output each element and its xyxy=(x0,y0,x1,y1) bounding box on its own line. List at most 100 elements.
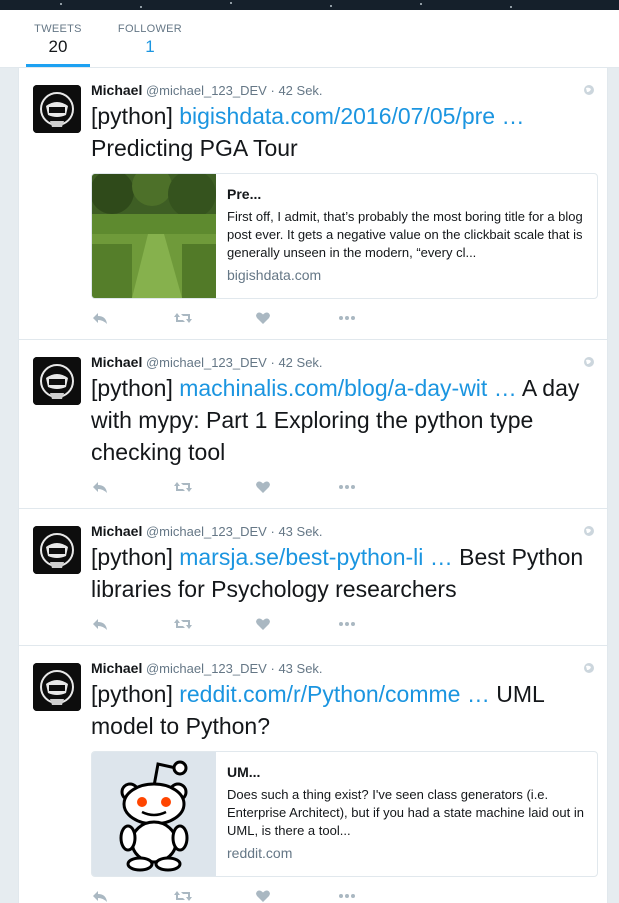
tweet-link[interactable]: marsja.se/best-python-li … xyxy=(179,544,453,570)
avatar[interactable] xyxy=(33,526,81,574)
user-name[interactable]: Michael xyxy=(91,523,142,539)
more-icon xyxy=(339,622,355,626)
reply-icon xyxy=(93,313,107,324)
globe-icon xyxy=(584,526,594,536)
reply-button[interactable] xyxy=(91,479,173,497)
avatar[interactable] xyxy=(33,663,81,711)
separator: · xyxy=(270,355,275,370)
tweet-header: Michael @michael_123_DEV · 42 Sek. xyxy=(91,353,589,372)
retweet-button[interactable] xyxy=(173,888,255,903)
card-description: First off, I admit, that’s probably the … xyxy=(227,209,583,260)
tweet-body: Predicting PGA Tour xyxy=(91,135,298,161)
timestamp[interactable]: 43 Sek. xyxy=(278,524,322,539)
tweet-actions xyxy=(91,615,589,635)
globe-icon xyxy=(584,85,594,95)
tweet[interactable]: Michael @michael_123_DEV · 43 Sek. [pyth… xyxy=(19,646,607,903)
globe-icon xyxy=(584,357,594,367)
like-button[interactable] xyxy=(255,616,337,634)
timestamp[interactable]: 42 Sek. xyxy=(278,83,322,98)
user-name[interactable]: Michael xyxy=(91,82,142,98)
tweet-tag: [python] xyxy=(91,375,173,401)
astronaut-helmet-icon xyxy=(33,357,81,405)
card-domain: bigishdata.com xyxy=(227,267,322,283)
separator: · xyxy=(270,83,275,98)
link-card[interactable]: UM... Does such a thing exist? I've seen… xyxy=(91,751,598,877)
tweet-link[interactable]: machinalis.com/blog/a-day-wit … xyxy=(179,375,516,401)
reply-button[interactable] xyxy=(91,616,173,634)
reply-button[interactable] xyxy=(91,888,173,903)
avatar[interactable] xyxy=(33,85,81,133)
reply-icon xyxy=(93,482,107,493)
timestamp[interactable]: 43 Sek. xyxy=(278,661,322,676)
tweet-text: [python] bigishdata.com/2016/07/05/pre …… xyxy=(91,100,589,164)
retweet-button[interactable] xyxy=(173,616,255,634)
tweet-tag: [python] xyxy=(91,544,173,570)
more-button[interactable] xyxy=(337,479,419,497)
tweet-link[interactable]: reddit.com/r/Python/comme … xyxy=(179,681,490,707)
tweet-text: [python] machinalis.com/blog/a-day-wit …… xyxy=(91,372,589,468)
user-name[interactable]: Michael xyxy=(91,354,142,370)
user-name[interactable]: Michael xyxy=(91,660,142,676)
retweet-button[interactable] xyxy=(173,310,255,328)
user-handle[interactable]: @michael_123_DEV xyxy=(146,661,267,676)
tweet-actions xyxy=(91,309,589,329)
card-title: Pre... xyxy=(227,186,262,202)
golf-course-photo xyxy=(92,174,216,298)
tweet-actions xyxy=(91,887,589,903)
profile-stats: TWEETS 20 FOLLOWER 1 xyxy=(0,10,619,68)
reply-button[interactable] xyxy=(91,310,173,328)
tweet-stream: Michael @michael_123_DEV · 42 Sek. [pyth… xyxy=(18,68,608,903)
astronaut-helmet-icon xyxy=(33,526,81,574)
card-body: Pre... First off, I admit, that’s probab… xyxy=(216,174,597,298)
tweet[interactable]: Michael @michael_123_DEV · 42 Sek. [pyth… xyxy=(19,68,607,340)
like-icon xyxy=(256,890,270,902)
more-button[interactable] xyxy=(337,616,419,634)
card-description: Does such a thing exist? I've seen class… xyxy=(227,787,584,838)
more-icon xyxy=(339,316,355,320)
more-icon xyxy=(339,485,355,489)
user-handle[interactable]: @michael_123_DEV xyxy=(146,83,267,98)
like-button[interactable] xyxy=(255,479,337,497)
retweet-icon xyxy=(174,482,192,492)
tweet-text: [python] marsja.se/best-python-li … Best… xyxy=(91,541,589,605)
card-image xyxy=(92,752,216,876)
card-image xyxy=(92,174,216,298)
stat-tweets[interactable]: TWEETS 20 xyxy=(18,10,98,67)
astronaut-helmet-icon xyxy=(33,663,81,711)
timestamp[interactable]: 42 Sek. xyxy=(278,355,322,370)
retweet-button[interactable] xyxy=(173,479,255,497)
avatar[interactable] xyxy=(33,357,81,405)
more-button[interactable] xyxy=(337,310,419,328)
stat-label: TWEETS xyxy=(34,23,82,35)
user-handle[interactable]: @michael_123_DEV xyxy=(146,355,267,370)
separator: · xyxy=(270,661,275,676)
stat-value: 20 xyxy=(48,37,68,56)
globe-icon xyxy=(584,663,594,673)
tweet-header: Michael @michael_123_DEV · 43 Sek. xyxy=(91,522,589,541)
retweet-icon xyxy=(174,619,192,629)
like-button[interactable] xyxy=(255,310,337,328)
tweet-link[interactable]: bigishdata.com/2016/07/05/pre … xyxy=(179,103,524,129)
like-icon xyxy=(256,312,270,324)
tweet-header: Michael @michael_123_DEV · 43 Sek. xyxy=(91,659,589,678)
reply-icon xyxy=(93,619,107,630)
reply-icon xyxy=(93,891,107,902)
card-title: UM... xyxy=(227,764,261,780)
tweet[interactable]: Michael @michael_123_DEV · 43 Sek. [pyth… xyxy=(19,509,607,646)
like-icon xyxy=(256,481,270,493)
more-button[interactable] xyxy=(337,888,419,903)
like-icon xyxy=(256,618,270,630)
tweet-actions xyxy=(91,478,589,498)
stat-value: 1 xyxy=(145,37,155,56)
stat-follower[interactable]: FOLLOWER 1 xyxy=(110,10,190,67)
astronaut-helmet-icon xyxy=(33,85,81,133)
link-card[interactable]: Pre... First off, I admit, that’s probab… xyxy=(91,173,598,299)
more-icon xyxy=(339,894,355,898)
tweet-header: Michael @michael_123_DEV · 42 Sek. xyxy=(91,81,589,100)
profile-banner xyxy=(0,0,619,10)
card-domain: reddit.com xyxy=(227,845,293,861)
retweet-icon xyxy=(174,891,192,901)
user-handle[interactable]: @michael_123_DEV xyxy=(146,524,267,539)
tweet[interactable]: Michael @michael_123_DEV · 42 Sek. [pyth… xyxy=(19,340,607,509)
like-button[interactable] xyxy=(255,888,337,903)
